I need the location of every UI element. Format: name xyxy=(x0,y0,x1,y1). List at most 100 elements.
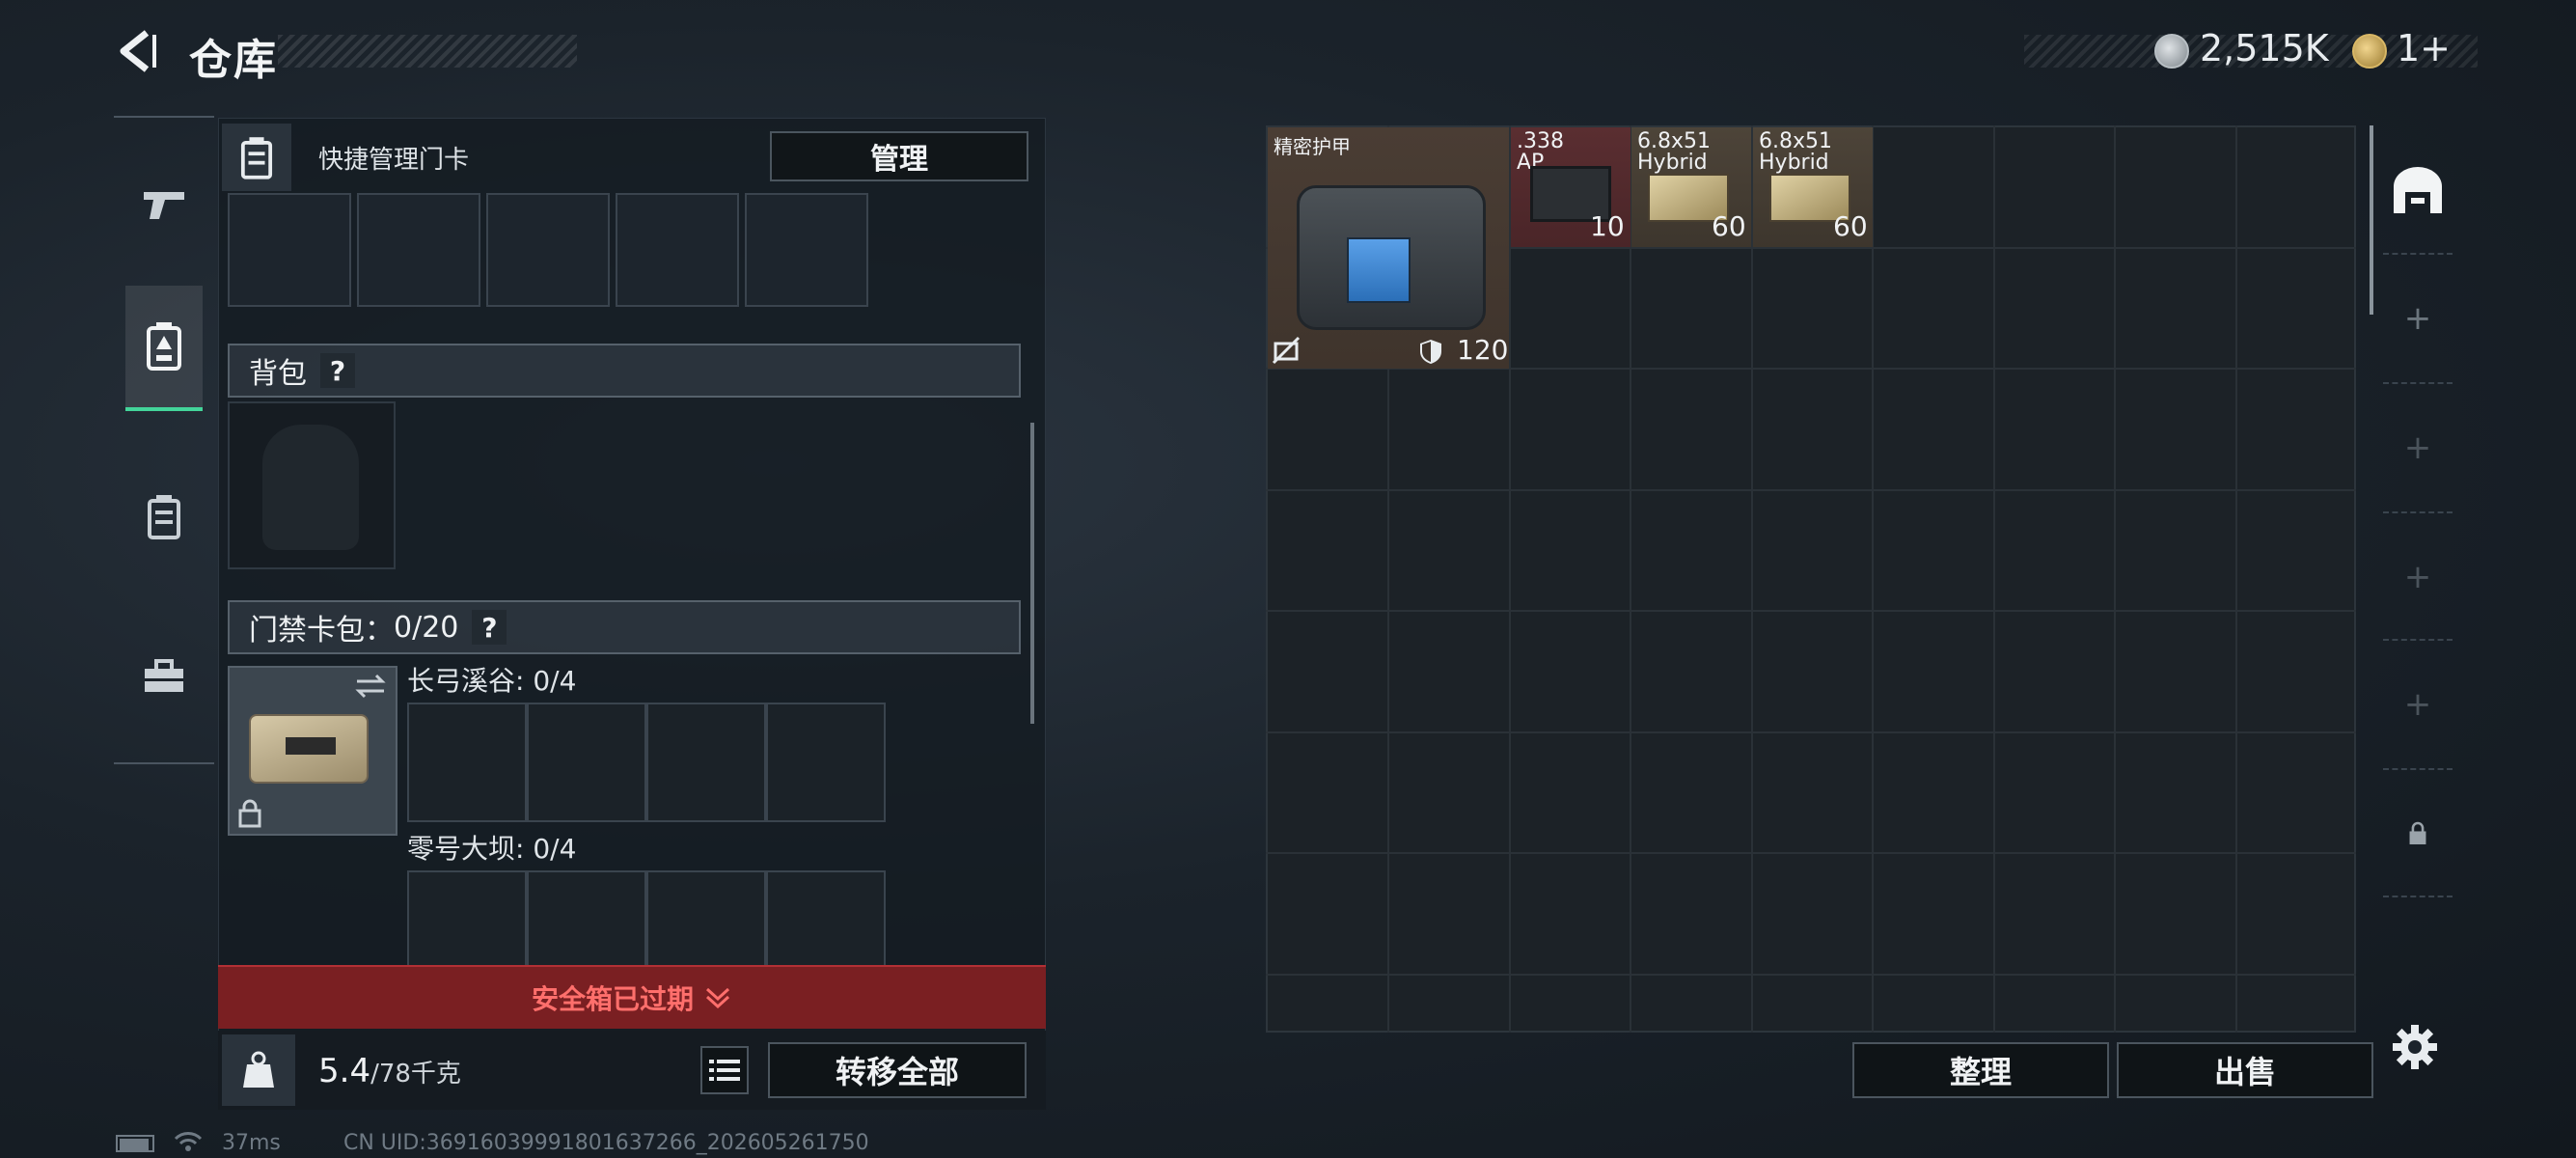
add-storage-button[interactable]: + xyxy=(2379,384,2456,511)
lock-icon xyxy=(2409,821,2426,844)
key-slot[interactable] xyxy=(407,870,527,967)
lock-icon xyxy=(238,799,261,828)
manage-button[interactable]: 管理 xyxy=(770,131,1028,181)
grid-line xyxy=(2235,125,2237,1033)
add-storage-button[interactable]: + xyxy=(2379,641,2456,768)
rail-divider xyxy=(114,116,214,118)
backpack-section-header: 背包 ? xyxy=(228,344,1021,398)
quick-manage-icon-box xyxy=(222,124,291,191)
currency-1-amount[interactable]: 2,515K xyxy=(2200,27,2329,69)
back-arrow-icon[interactable] xyxy=(114,27,162,75)
ammo-count: 60 xyxy=(1712,210,1746,242)
weight-icon xyxy=(243,1051,274,1088)
shield-icon xyxy=(1420,340,1441,364)
key-slot[interactable] xyxy=(766,703,886,822)
backpack-title: 背包 xyxy=(249,357,307,391)
card-slot[interactable] xyxy=(228,193,351,307)
currency-2-amount[interactable]: 1+ xyxy=(2397,27,2451,69)
add-storage-button[interactable]: + xyxy=(2379,513,2456,641)
gold-coin-icon xyxy=(2352,34,2387,69)
chevron-down-icon xyxy=(705,987,730,1009)
grid-line xyxy=(1872,125,1874,1033)
grid-line xyxy=(1266,610,2356,612)
gear-icon[interactable] xyxy=(2391,1023,2439,1071)
list-icon xyxy=(709,1060,740,1081)
page-title: 仓库 xyxy=(189,36,278,85)
add-storage-button[interactable]: + xyxy=(2379,255,2456,382)
ping-readout: 37ms xyxy=(222,1131,281,1155)
transfer-all-button[interactable]: 转移全部 xyxy=(768,1042,1027,1098)
card-slot[interactable] xyxy=(357,193,480,307)
ammo-name: .338 xyxy=(1517,129,1564,153)
key-slot[interactable] xyxy=(407,703,527,822)
keycard-count: 0/20 xyxy=(394,610,459,645)
grid-line xyxy=(1266,974,2356,976)
key-group-label: 零号大坝: 0/4 xyxy=(407,833,577,865)
silver-coin-icon xyxy=(2154,34,2189,69)
quick-manage-label: 快捷管理门卡 xyxy=(318,146,470,175)
keycard-chip xyxy=(286,737,336,755)
key-slot[interactable] xyxy=(527,870,646,967)
help-icon[interactable]: ? xyxy=(472,610,507,645)
key-slot[interactable] xyxy=(646,870,766,967)
ammo-count: 60 xyxy=(1833,210,1868,242)
title-decoration xyxy=(278,35,577,68)
key-group-label: 长弓溪谷: 0/4 xyxy=(407,665,577,697)
grid-line xyxy=(1751,125,1753,1033)
card-slot[interactable] xyxy=(616,193,739,307)
ammo-name: 6.8x51 xyxy=(1759,129,1833,153)
case-icon xyxy=(148,495,180,539)
armor-name: 精密护甲 xyxy=(1274,135,1351,158)
backpack-placeholder-icon xyxy=(262,425,359,550)
weight-icon-box xyxy=(222,1034,295,1106)
weight-current: 5.4 xyxy=(318,1052,371,1090)
key-slot[interactable] xyxy=(527,703,646,822)
grid-line xyxy=(1630,125,1631,1033)
grid-line xyxy=(1993,125,1995,1033)
armor-durability: 120 xyxy=(1457,334,1509,366)
weight-readout: 5.4/78千克 xyxy=(318,1052,461,1090)
tab-equipment[interactable] xyxy=(125,286,203,411)
tab-backpack[interactable] xyxy=(125,454,203,579)
sort-button[interactable]: 整理 xyxy=(1852,1042,2109,1098)
ammo-name: Hybrid xyxy=(1637,151,1708,175)
scrollbar[interactable] xyxy=(2370,125,2373,315)
warehouse-icon xyxy=(2394,167,2442,213)
battery-level xyxy=(120,1139,149,1150)
key-slot[interactable] xyxy=(646,703,766,822)
keycard-section-header: 门禁卡包： 0/20 ? xyxy=(228,600,1021,654)
rail-divider xyxy=(2383,896,2453,897)
grid-line xyxy=(1266,489,2356,491)
rail-divider xyxy=(114,762,214,764)
tab-weapons[interactable] xyxy=(125,143,203,268)
grid-line xyxy=(2114,125,2116,1033)
tab-tools[interactable] xyxy=(125,614,203,739)
uid-readout: CN UID:3691603999180163726​6_20260526175… xyxy=(343,1131,869,1155)
grid-line xyxy=(1266,852,2356,854)
wifi-icon xyxy=(174,1132,203,1151)
keycard-title: 门禁卡包： xyxy=(249,614,394,648)
grid-line xyxy=(1509,125,1511,1033)
grid-line xyxy=(1266,731,2356,733)
expired-text: 安全箱已过期 xyxy=(531,983,694,1015)
safebox-expired-banner[interactable]: 安全箱已过期 xyxy=(218,965,1046,1029)
card-slot[interactable] xyxy=(745,193,868,307)
scrollbar[interactable] xyxy=(1030,423,1034,724)
ammo-count: 10 xyxy=(1590,210,1625,242)
card-slot[interactable] xyxy=(486,193,610,307)
no-insure-icon xyxy=(1272,336,1301,365)
gun-icon xyxy=(144,192,184,219)
armor-screen xyxy=(1347,237,1411,303)
storage-page-1-tab[interactable] xyxy=(2379,127,2456,255)
list-view-button[interactable] xyxy=(700,1046,749,1094)
ammo-name: Hybrid xyxy=(1759,151,1829,175)
help-icon[interactable]: ? xyxy=(320,353,355,388)
ammo-name: 6.8x51 xyxy=(1637,129,1712,153)
safebox-icon xyxy=(147,322,181,371)
toolbox-icon xyxy=(145,659,183,692)
locked-storage-tab[interactable] xyxy=(2379,770,2456,897)
case-icon xyxy=(240,137,273,179)
swap-icon[interactable] xyxy=(353,672,388,701)
key-slot[interactable] xyxy=(766,870,886,967)
sell-button[interactable]: 出售 xyxy=(2117,1042,2373,1098)
